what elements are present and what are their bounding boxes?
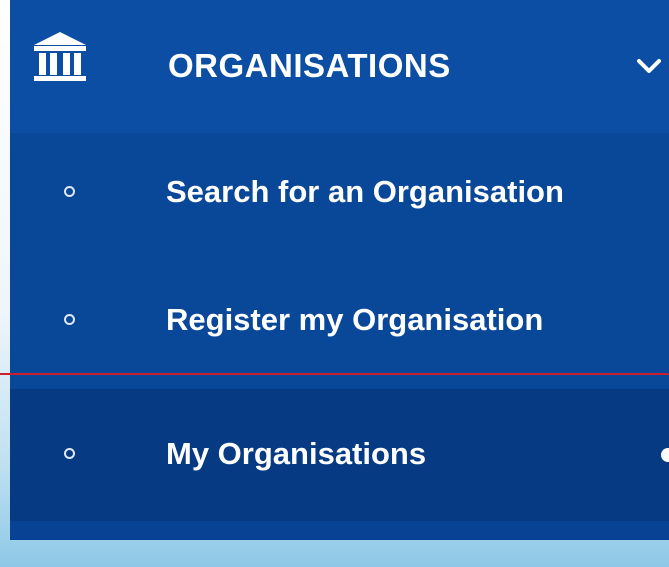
menu-item-label: My Organisations xyxy=(166,436,427,471)
menu-item-my-organisations[interactable]: My Organisations xyxy=(10,389,669,521)
organisations-menu-header[interactable]: ORGANISATIONS xyxy=(10,0,669,134)
circle-bullet-icon xyxy=(64,314,75,325)
menu-item-register-organisation[interactable]: Register my Organisation xyxy=(10,261,669,379)
menu-item-label: Register my Organisation xyxy=(166,302,544,337)
bank-building-icon xyxy=(30,28,90,88)
circle-bullet-icon xyxy=(64,186,75,197)
chevron-down-icon[interactable] xyxy=(629,46,669,86)
menu-bottom-bar xyxy=(10,521,669,540)
active-indicator xyxy=(661,448,669,462)
organisations-menu-title: ORGANISATIONS xyxy=(168,47,451,84)
menu-item-label: Search for an Organisation xyxy=(166,174,564,209)
sidebar-menu: ORGANISATIONS Search for an Organisation… xyxy=(10,0,669,540)
menu-item-search-organisation[interactable]: Search for an Organisation xyxy=(10,133,669,251)
highlight-line xyxy=(0,373,669,375)
circle-bullet-icon xyxy=(64,448,75,459)
organisations-submenu: Search for an Organisation Register my O… xyxy=(10,133,669,540)
